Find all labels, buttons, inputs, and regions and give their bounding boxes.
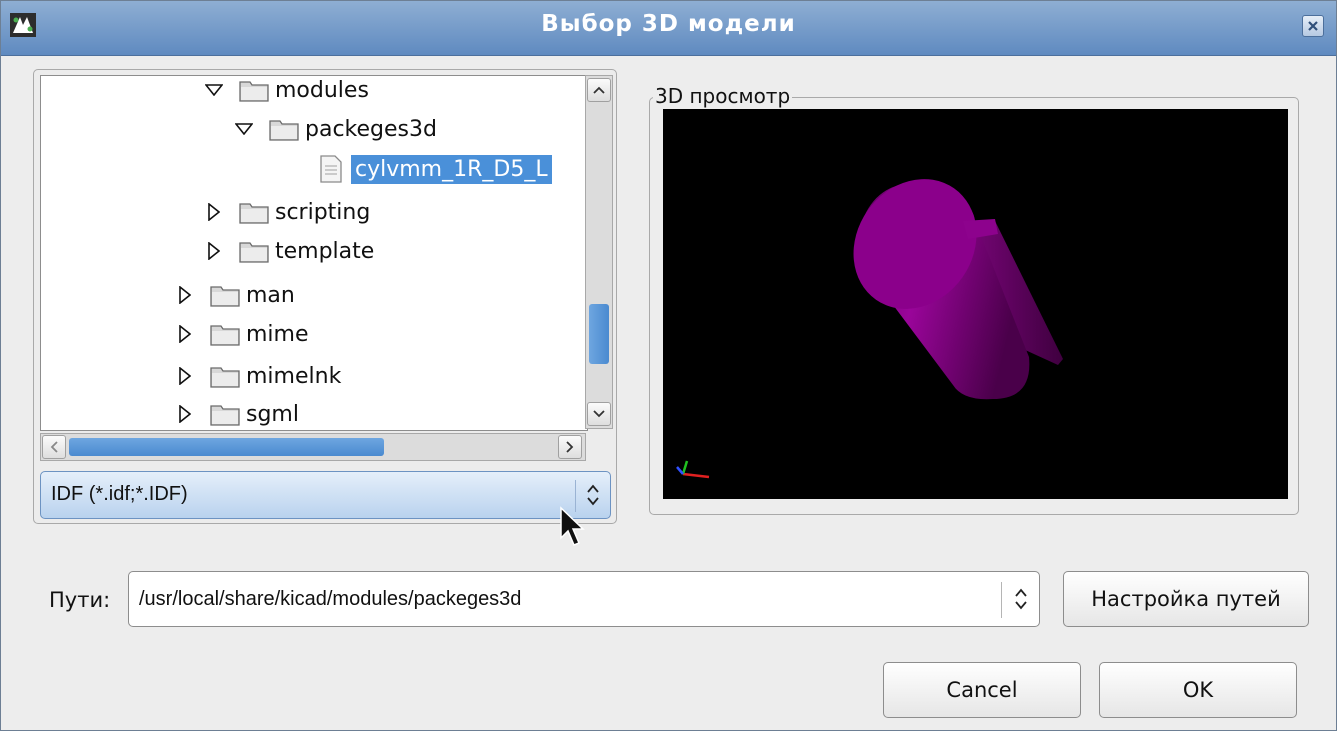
chevron-up-icon — [593, 86, 605, 94]
folder-icon — [239, 81, 269, 102]
tree-item-label: sgml — [246, 401, 299, 427]
folder-icon — [210, 405, 240, 426]
tree-item-label: mime — [246, 321, 309, 347]
file-tree[interactable]: modules packeges3d cylvmm_1R_D5_L scripting… — [40, 75, 588, 431]
close-icon — [1308, 21, 1318, 31]
scroll-down-button[interactable] — [587, 402, 611, 426]
collapsed-triangle-icon[interactable] — [174, 284, 196, 306]
folder-icon — [210, 325, 240, 346]
mouse-pointer-icon — [560, 506, 585, 546]
file-icon — [320, 155, 342, 183]
paths-select[interactable]: /usr/local/share/kicad/modules/packeges3… — [128, 571, 1040, 627]
tree-item-label: packeges3d — [305, 116, 437, 142]
tree-item[interactable]: modules — [203, 76, 369, 108]
expanded-triangle-icon[interactable] — [203, 79, 225, 101]
title-bar[interactable]: Выбор 3D модели — [1, 1, 1336, 56]
scroll-right-button[interactable] — [558, 435, 582, 459]
cancel-button[interactable]: Cancel — [883, 662, 1081, 718]
folder-icon — [269, 120, 299, 141]
tree-item[interactable]: packeges3d — [233, 111, 437, 147]
tree-vertical-scrollbar[interactable] — [585, 75, 613, 429]
file-type-filter-select[interactable]: IDF (*.idf;*.IDF) — [40, 471, 611, 519]
folder-icon — [210, 367, 240, 388]
close-button[interactable] — [1302, 15, 1324, 37]
tree-item[interactable]: scripting — [203, 194, 370, 230]
tree-item-label: template — [275, 238, 375, 264]
paths-value: /usr/local/share/kicad/modules/packeges3… — [139, 588, 522, 610]
tree-item[interactable]: man — [174, 277, 295, 313]
tree-item[interactable]: template — [203, 233, 374, 269]
horizontal-scroll-thumb[interactable] — [69, 438, 384, 456]
updown-arrows-icon — [587, 484, 599, 506]
tree-item-label: cylvmm_1R_D5_L — [351, 154, 552, 184]
folder-icon — [210, 286, 240, 307]
tree-item-label: scripting — [275, 199, 371, 225]
scroll-up-button[interactable] — [587, 78, 611, 102]
dialog-window: Выбор 3D модели modules packeges3d cylvmm_… — [0, 0, 1337, 731]
tree-item[interactable]: mimelnk — [174, 358, 341, 394]
3d-preview-canvas[interactable] — [663, 109, 1288, 499]
file-type-filter-value: IDF (*.idf;*.IDF) — [51, 483, 188, 505]
collapsed-triangle-icon[interactable] — [174, 323, 196, 345]
chevron-down-icon — [593, 410, 605, 418]
preview-group-label: 3D просмотр — [653, 84, 793, 108]
collapsed-triangle-icon[interactable] — [203, 201, 225, 223]
chevron-left-icon — [50, 441, 58, 453]
vertical-scroll-thumb[interactable] — [589, 304, 609, 364]
collapsed-triangle-icon[interactable] — [174, 403, 196, 425]
paths-label: Пути: — [49, 588, 111, 612]
collapsed-triangle-icon[interactable] — [203, 240, 225, 262]
folder-icon — [239, 203, 269, 224]
chevron-right-icon — [566, 441, 574, 453]
expanded-triangle-icon[interactable] — [233, 118, 255, 140]
tree-item-label: mimelnk — [246, 363, 342, 389]
window-title: Выбор 3D модели — [541, 11, 796, 37]
tree-item[interactable]: cylvmm_1R_D5_L — [289, 151, 552, 187]
folder-icon — [239, 242, 269, 263]
tree-item[interactable]: sgml — [174, 396, 299, 430]
tree-horizontal-scrollbar[interactable] — [40, 433, 586, 461]
3d-model-render — [676, 179, 1063, 479]
ok-button[interactable]: OK — [1099, 662, 1297, 718]
tree-item-label: modules — [275, 77, 369, 103]
collapsed-triangle-icon[interactable] — [174, 365, 196, 387]
scroll-left-button[interactable] — [42, 435, 66, 459]
tree-item-label: man — [246, 282, 295, 308]
updown-arrows-icon — [1015, 588, 1027, 610]
tree-item[interactable]: mime — [174, 316, 309, 352]
combo-separator — [1001, 582, 1002, 618]
configure-paths-button[interactable]: Настройка путей — [1063, 571, 1309, 627]
